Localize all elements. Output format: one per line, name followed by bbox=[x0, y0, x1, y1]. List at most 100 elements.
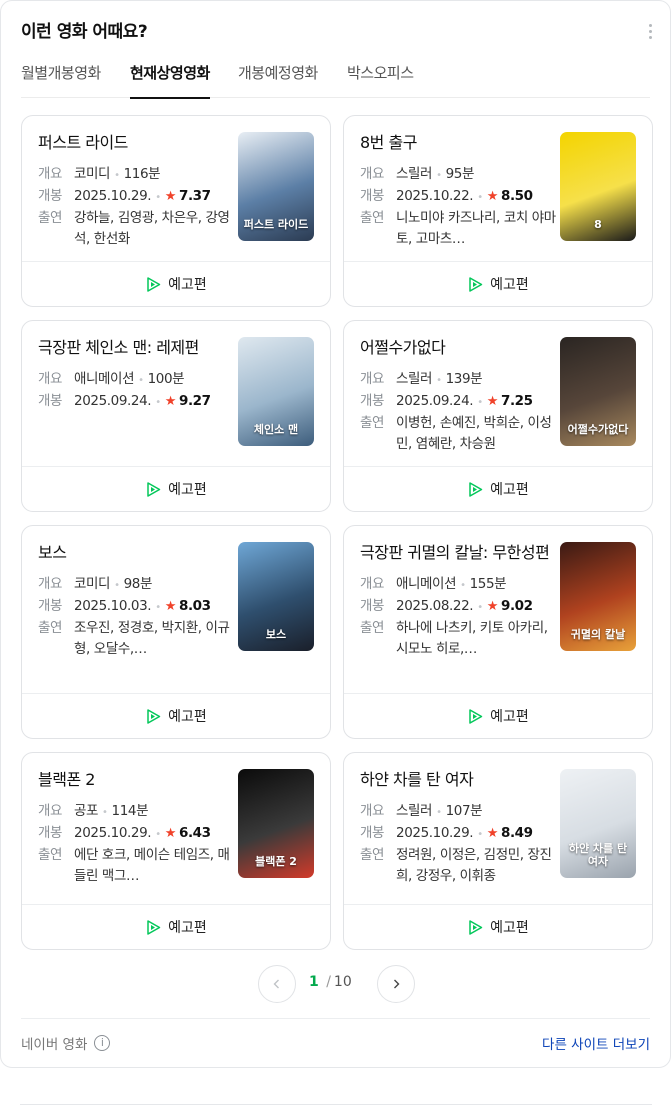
release-label: 개봉 bbox=[38, 598, 63, 614]
rating: 9.02 bbox=[500, 598, 533, 614]
summary-label: 개요 bbox=[38, 576, 63, 592]
tab-upcoming[interactable]: 개봉예정영화 bbox=[238, 59, 318, 98]
cast-value: 정려원, 이정은, 김정민, 장진희, 강정우, 이휘종 bbox=[396, 847, 552, 884]
trailer-button[interactable]: 예고편 bbox=[22, 693, 330, 738]
movie-title[interactable]: 8번 출구 bbox=[360, 130, 560, 156]
tab-monthly-release[interactable]: 월별개봉영화 bbox=[21, 59, 101, 98]
tab-now-showing[interactable]: 현재상영영화 bbox=[130, 59, 210, 99]
summary-label: 개요 bbox=[360, 166, 385, 182]
cast-value: 하나에 나츠키, 키토 아카리, 시모노 히로,… bbox=[396, 620, 548, 657]
poster-title: 체인소 맨 bbox=[253, 423, 299, 436]
source-label: 네이버 영화 i bbox=[21, 1033, 111, 1053]
play-icon bbox=[469, 276, 483, 292]
genre: 공포 bbox=[74, 803, 99, 819]
chevron-right-icon bbox=[394, 979, 400, 989]
trailer-button[interactable]: 예고편 bbox=[344, 904, 652, 949]
tab-box-office[interactable]: 박스오피스 bbox=[347, 59, 414, 98]
summary-row: 개요 코미디 • 116분 bbox=[38, 164, 238, 186]
more-sites-link[interactable]: 다른 사이트 더보기 bbox=[542, 1033, 650, 1053]
movie-info: 어쩔수가없다 개요 스릴러 • 139분 개봉 2025.09.24. • ★ 7.25 … bbox=[360, 335, 560, 455]
release-label: 개봉 bbox=[360, 825, 385, 841]
trailer-button[interactable]: 예고편 bbox=[344, 261, 652, 306]
release-row: 개봉 2025.10.29. • ★ 6.43 bbox=[38, 823, 238, 845]
movie-card[interactable]: 8번 출구 개요 스릴러 • 95분 개봉 2025.10.22. • ★ 8.50 출연… bbox=[343, 115, 653, 307]
rating: 7.37 bbox=[178, 188, 211, 204]
play-icon bbox=[469, 481, 483, 497]
pagination: 1 /10 bbox=[1, 965, 670, 1005]
runtime: 114분 bbox=[111, 803, 149, 819]
release-row: 개봉 2025.10.29. • ★ 8.49 bbox=[360, 823, 560, 845]
rating: 9.27 bbox=[178, 393, 211, 409]
runtime: 155분 bbox=[469, 576, 507, 592]
trailer-label: 예고편 bbox=[168, 277, 207, 293]
cast-value: 이병헌, 손예진, 박희순, 이성민, 염혜란, 차승원 bbox=[396, 415, 552, 452]
cast-label: 출연 bbox=[38, 210, 63, 226]
divider bbox=[20, 1104, 652, 1105]
movie-title[interactable]: 극장판 귀멸의 칼날: 무한성편 bbox=[360, 540, 560, 566]
release-row: 개봉 2025.10.29. • ★ 7.37 bbox=[38, 186, 238, 208]
trailer-button[interactable]: 예고편 bbox=[22, 904, 330, 949]
rating: 7.25 bbox=[500, 393, 533, 409]
star-icon: ★ bbox=[164, 189, 177, 204]
trailer-label: 예고편 bbox=[168, 709, 207, 725]
poster-title: 보스 bbox=[265, 628, 287, 641]
trailer-label: 예고편 bbox=[490, 482, 529, 498]
play-icon bbox=[469, 708, 483, 724]
movie-poster[interactable]: 하얀 차를 탄 여자 bbox=[560, 769, 636, 878]
movie-title[interactable]: 블랙폰 2 bbox=[38, 767, 238, 793]
trailer-button[interactable]: 예고편 bbox=[344, 693, 652, 738]
runtime: 100분 bbox=[147, 371, 185, 387]
cast-label: 출연 bbox=[38, 620, 63, 636]
summary-label: 개요 bbox=[38, 803, 63, 819]
trailer-button[interactable]: 예고편 bbox=[344, 466, 652, 511]
movie-title[interactable]: 어쩔수가없다 bbox=[360, 335, 560, 361]
more-options-icon[interactable] bbox=[644, 21, 656, 41]
movie-title[interactable]: 퍼스트 라이드 bbox=[38, 130, 238, 156]
movie-title[interactable]: 보스 bbox=[38, 540, 238, 566]
tab-bar: 월별개봉영화 현재상영영화 개봉예정영화 박스오피스 bbox=[21, 59, 650, 99]
movie-poster[interactable]: 귀멸의 칼날 bbox=[560, 542, 636, 651]
poster-title: 블랙폰 2 bbox=[255, 855, 297, 868]
rating: 8.03 bbox=[178, 598, 211, 614]
movie-info: 보스 개요 코미디 • 98분 개봉 2025.10.03. • ★ 8.03 출연 조우… bbox=[38, 540, 238, 660]
summary-label: 개요 bbox=[38, 166, 63, 182]
trailer-button[interactable]: 예고편 bbox=[22, 261, 330, 306]
movie-poster[interactable]: 보스 bbox=[238, 542, 314, 651]
poster-title: 어쩔수가없다 bbox=[567, 423, 629, 436]
movie-poster[interactable]: 8 bbox=[560, 132, 636, 241]
summary-row: 개요 스릴러 • 95분 bbox=[360, 164, 560, 186]
trailer-button[interactable]: 예고편 bbox=[22, 466, 330, 511]
movie-card[interactable]: 극장판 체인소 맨: 레제편 개요 애니메이션 • 100분 개봉 2025.09.… bbox=[21, 320, 331, 512]
next-page-button[interactable] bbox=[377, 965, 415, 1003]
panel-title: 이런 영화 어때요? bbox=[21, 22, 148, 42]
release-date: 2025.10.29. bbox=[74, 825, 152, 841]
movie-title[interactable]: 극장판 체인소 맨: 레제편 bbox=[38, 335, 238, 361]
cast-row: 출연 하나에 나츠키, 키토 아카리, 시모노 히로,… bbox=[360, 618, 560, 660]
movie-card[interactable]: 보스 개요 코미디 • 98분 개봉 2025.10.03. • ★ 8.03 출연 조우… bbox=[21, 525, 331, 739]
movie-card[interactable]: 블랙폰 2 개요 공포 • 114분 개봉 2025.10.29. • ★ 6.43 출연… bbox=[21, 752, 331, 950]
movie-card[interactable]: 어쩔수가없다 개요 스릴러 • 139분 개봉 2025.09.24. • ★ 7.25 … bbox=[343, 320, 653, 512]
movie-title[interactable]: 하얀 차를 탄 여자 bbox=[360, 767, 560, 793]
movie-poster[interactable]: 퍼스트 라이드 bbox=[238, 132, 314, 241]
movie-poster[interactable]: 어쩔수가없다 bbox=[560, 337, 636, 446]
movie-poster[interactable]: 체인소 맨 bbox=[238, 337, 314, 446]
summary-label: 개요 bbox=[360, 576, 385, 592]
prev-page-button[interactable] bbox=[258, 965, 296, 1003]
runtime: 107분 bbox=[445, 803, 483, 819]
info-icon[interactable]: i bbox=[94, 1035, 111, 1051]
runtime: 95분 bbox=[445, 166, 475, 182]
cast-row: 출연 니노미야 카즈나리, 코치 야마토, 고마츠… bbox=[360, 208, 560, 250]
movie-card[interactable]: 극장판 귀멸의 칼날: 무한성편 개요 애니메이션 • 155분 개봉 2025.0… bbox=[343, 525, 653, 739]
release-date: 2025.09.24. bbox=[396, 393, 474, 409]
movie-recommendation-panel: 이런 영화 어때요? 월별개봉영화 현재상영영화 개봉예정영화 박스오피스 퍼스… bbox=[0, 0, 671, 1068]
release-label: 개봉 bbox=[38, 825, 63, 841]
poster-title: 8 bbox=[594, 218, 602, 231]
movie-card[interactable]: 퍼스트 라이드 개요 코미디 • 116분 개봉 2025.10.29. • ★ 7.37… bbox=[21, 115, 331, 307]
star-icon: ★ bbox=[164, 599, 177, 614]
movie-poster[interactable]: 블랙폰 2 bbox=[238, 769, 314, 878]
cast-value: 조우진, 정경호, 박지환, 이규형, 오달수,… bbox=[74, 620, 230, 657]
genre: 스릴러 bbox=[396, 166, 433, 182]
movie-info: 8번 출구 개요 스릴러 • 95분 개봉 2025.10.22. • ★ 8.50 출연… bbox=[360, 130, 560, 250]
cast-row: 출연 정려원, 이정은, 김정민, 장진희, 강정우, 이휘종 bbox=[360, 845, 560, 887]
movie-card[interactable]: 하얀 차를 탄 여자 개요 스릴러 • 107분 개봉 2025.10.29. • ★ 8… bbox=[343, 752, 653, 950]
